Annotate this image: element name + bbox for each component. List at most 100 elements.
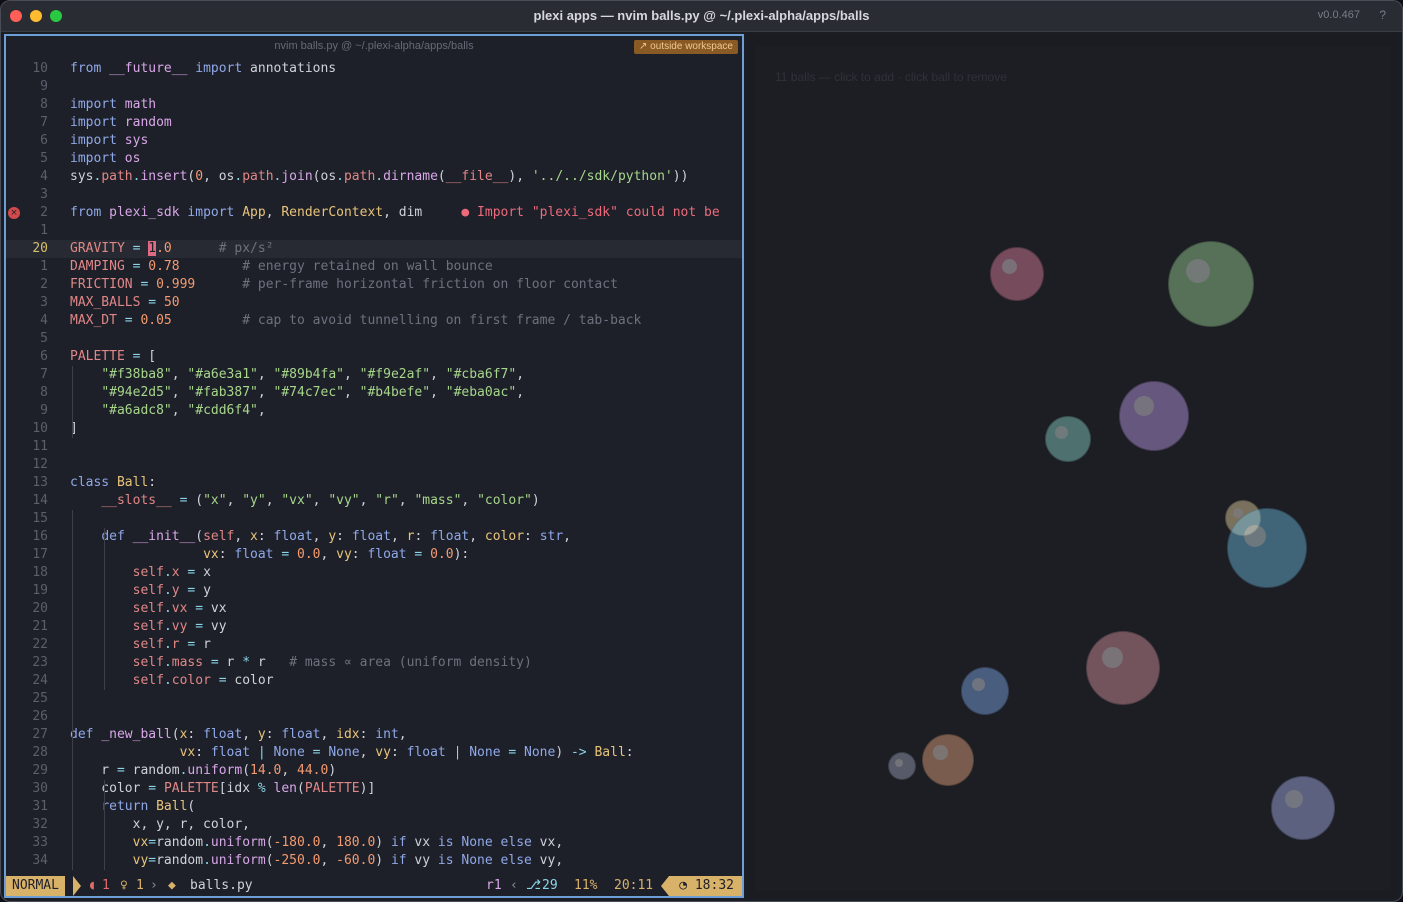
- ball-canvas[interactable]: 11 balls — click to add · click ball to …: [755, 46, 1391, 891]
- ball-highlight: [1055, 426, 1069, 440]
- ball[interactable]: [990, 247, 1044, 301]
- ball[interactable]: [888, 752, 916, 780]
- code-line[interactable]: 10 from __future__ import annotations: [6, 60, 742, 78]
- line-number: 5: [40, 331, 48, 346]
- ball[interactable]: [922, 734, 974, 786]
- code-line[interactable]: 6 import sys: [6, 132, 742, 150]
- code-line[interactable]: 20 self.vx = vx: [6, 600, 742, 618]
- line-number: 24: [32, 673, 48, 688]
- code-line[interactable]: 15: [6, 510, 742, 528]
- code-line[interactable]: 25: [6, 690, 742, 708]
- code-line[interactable]: 29 r = random.uniform(14.0, 44.0): [6, 762, 742, 780]
- code-line[interactable]: 7 "#f38ba8", "#a6e3a1", "#89b4fa", "#f9e…: [6, 366, 742, 384]
- code-line[interactable]: 23 self.mass = r * r # mass ∝ area (unif…: [6, 654, 742, 672]
- code-line[interactable]: 27 def _new_ball(x: float, y: float, idx:…: [6, 726, 742, 744]
- cursor-position: 20:11: [614, 878, 654, 893]
- ball[interactable]: [1045, 416, 1091, 462]
- indent-guide: [104, 780, 105, 870]
- code-line[interactable]: 11: [6, 438, 742, 456]
- vim-mode: NORMAL: [6, 876, 65, 896]
- code-line[interactable]: 19 self.y = y: [6, 582, 742, 600]
- clock-icon: ◔: [679, 878, 695, 893]
- line-number: 1: [40, 259, 48, 274]
- line-number: 15: [32, 511, 48, 526]
- code-line[interactable]: 3: [6, 186, 742, 204]
- code-line[interactable]: 1: [6, 222, 742, 240]
- code-text: self.r = r: [132, 637, 211, 652]
- code-text: "#94e2d5", "#fab387", "#74c7ec", "#b4bef…: [101, 385, 525, 400]
- preview-pane[interactable]: 11 balls — click to add · click ball to …: [749, 34, 1397, 898]
- line-number: 21: [32, 619, 48, 634]
- code-line[interactable]: 10]: [6, 420, 742, 438]
- line-number: 28: [32, 745, 48, 760]
- code-line[interactable]: 24 self.color = color: [6, 672, 742, 690]
- code-text: "#f38ba8", "#a6e3a1", "#89b4fa", "#f9e2a…: [101, 367, 525, 382]
- code-line[interactable]: 1 DAMPING = 0.78 # energy retained on wal…: [6, 258, 742, 276]
- git-count: 29: [542, 878, 558, 893]
- code-line[interactable]: 30 color = PALETTE[idx % len(PALETTE)]: [6, 780, 742, 798]
- line-number: 5: [40, 151, 48, 166]
- code-line[interactable]: 20 GRAVITY = 1.0 # px/s²: [6, 240, 742, 258]
- chevron-left-icon: ‹: [510, 878, 518, 893]
- ball[interactable]: [1086, 631, 1160, 705]
- code-line[interactable]: 6 PALETTE = [: [6, 348, 742, 366]
- code-editor-pane[interactable]: nvim balls.py @ ~/.plexi-alpha/apps/ball…: [4, 34, 744, 898]
- mode-separator: [73, 876, 81, 896]
- ball[interactable]: [1227, 508, 1307, 588]
- code-line[interactable]: 7 import random: [6, 114, 742, 132]
- code-line[interactable]: 5 import os: [6, 150, 742, 168]
- code-line[interactable]: 26: [6, 708, 742, 726]
- code-line[interactable]: 8 import math: [6, 96, 742, 114]
- code-text: self.x = x: [132, 565, 211, 580]
- code-line[interactable]: 5: [6, 330, 742, 348]
- code-line[interactable]: 13 class Ball:: [6, 474, 742, 492]
- line-number: 7: [40, 367, 48, 382]
- code-line[interactable]: 14 __slots__ = ("x", "y", "vx", "vy", "r…: [6, 492, 742, 510]
- ball-highlight: [1284, 789, 1303, 808]
- ball[interactable]: [1168, 241, 1254, 327]
- ball[interactable]: [961, 667, 1009, 715]
- code-line[interactable]: 21 self.vy = vy: [6, 618, 742, 636]
- code-line[interactable]: 18 self.x = x: [6, 564, 742, 582]
- indent-guide: [72, 366, 73, 438]
- help-button[interactable]: ?: [1379, 8, 1386, 22]
- code-line[interactable]: 33 vx=random.uniform(-180.0, 180.0) if v…: [6, 834, 742, 852]
- code-text: color = PALETTE[idx % len(PALETTE)]: [70, 781, 376, 796]
- code-line[interactable]: 4 sys.path.insert(0, os.path.join(os.path…: [6, 168, 742, 186]
- code-line[interactable]: 22 self.r = r: [6, 636, 742, 654]
- ball-highlight: [933, 745, 948, 760]
- code-line[interactable]: 4 MAX_DT = 0.05 # cap to avoid tunnelling…: [6, 312, 742, 330]
- code-line[interactable]: 12: [6, 456, 742, 474]
- code-line[interactable]: 16 def __init__(self, x: float, y: float…: [6, 528, 742, 546]
- code-line[interactable]: 31 return Ball(: [6, 798, 742, 816]
- code-line[interactable]: 9 "#a6adc8", "#cdd6f4",: [6, 402, 742, 420]
- editor-file-path: nvim balls.py @ ~/.plexi-alpha/apps/ball…: [274, 40, 474, 52]
- code-line[interactable]: 32 x, y, r, color,: [6, 816, 742, 834]
- code-text: x, y, r, color,: [70, 817, 251, 832]
- indent-guide: [72, 510, 73, 726]
- code-text: DAMPING = 0.78 # energy retained on wall…: [70, 259, 493, 274]
- error-icon[interactable]: ×: [8, 207, 20, 219]
- app-window: plexi apps — nvim balls.py @ ~/.plexi-al…: [0, 0, 1403, 902]
- line-number: 7: [40, 115, 48, 130]
- ball-highlight: [1101, 646, 1123, 668]
- code-line[interactable]: 3 MAX_BALLS = 50: [6, 294, 742, 312]
- line-number: 27: [32, 727, 48, 742]
- file-name: balls.py: [190, 878, 253, 893]
- code-text: vy=random.uniform(-250.0, -60.0) if vy i…: [132, 853, 564, 868]
- ball[interactable]: [1271, 776, 1335, 840]
- code-line[interactable]: 9: [6, 78, 742, 96]
- code-text: import random: [70, 115, 172, 130]
- code-area[interactable]: 10 from __future__ import annotations 9 8 im…: [6, 60, 742, 870]
- code-line[interactable]: 28 vx: float | None = None, vy: float | …: [6, 744, 742, 762]
- code-line[interactable]: 2 FRICTION = 0.999 # per-frame horizontal…: [6, 276, 742, 294]
- code-line[interactable]: 2 × from plexi_sdk import App, RenderConte…: [6, 204, 742, 222]
- code-text: import os: [70, 151, 141, 166]
- code-line[interactable]: 17 vx: float = 0.0, vy: float = 0.0):: [6, 546, 742, 564]
- outside-workspace-badge[interactable]: ↗ outside workspace: [634, 40, 738, 54]
- code-line[interactable]: 8 "#94e2d5", "#fab387", "#74c7ec", "#b4b…: [6, 384, 742, 402]
- code-line[interactable]: 34 vy=random.uniform(-250.0, -60.0) if v…: [6, 852, 742, 870]
- ball-highlight: [894, 758, 903, 767]
- ball[interactable]: [1119, 381, 1189, 451]
- python-icon: ◆: [168, 878, 176, 893]
